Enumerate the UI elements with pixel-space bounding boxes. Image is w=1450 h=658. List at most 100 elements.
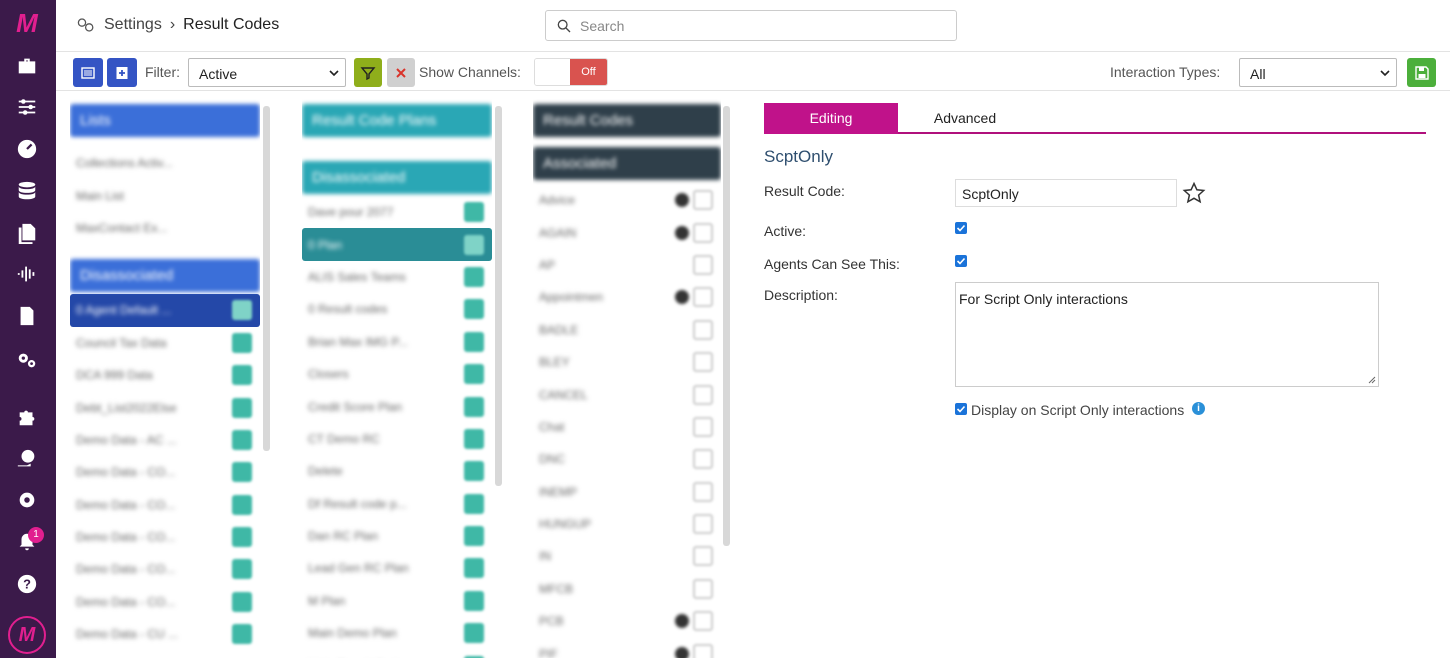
help-icon[interactable]: ?	[14, 571, 40, 597]
list-item[interactable]: Demo Data - CO...	[70, 521, 260, 553]
checkbox-icon[interactable]	[693, 449, 713, 470]
list-item[interactable]: PCB	[533, 605, 721, 637]
channel-gear-icon[interactable]	[675, 193, 689, 208]
star-icon[interactable]	[1182, 181, 1206, 205]
list-item[interactable]: Collections Activ...	[70, 147, 260, 179]
edit-icon[interactable]	[232, 527, 252, 548]
channel-gear-icon[interactable]	[675, 646, 689, 658]
globe-hand-icon[interactable]	[14, 446, 40, 472]
edit-icon[interactable]	[464, 526, 484, 547]
checkbox-icon[interactable]	[693, 578, 713, 599]
checkbox-icon[interactable]	[693, 287, 713, 308]
sliders-icon[interactable]	[14, 94, 40, 120]
list-item[interactable]: MFCB	[533, 573, 721, 605]
checkbox-icon[interactable]	[693, 384, 713, 405]
list-item[interactable]: BLEY	[533, 346, 721, 378]
list-item[interactable]: CANCEL	[533, 378, 721, 410]
edit-icon[interactable]	[464, 364, 484, 385]
checkbox-icon[interactable]	[693, 546, 713, 567]
edit-icon[interactable]	[232, 300, 252, 321]
list-item[interactable]: CT Demo RC	[302, 423, 492, 455]
list-item[interactable]: Appointmen	[533, 281, 721, 313]
checkbox-icon[interactable]	[693, 643, 713, 658]
list-item[interactable]: Closers	[302, 358, 492, 390]
list-item[interactable]: Lead Gen RC Plan	[302, 552, 492, 584]
list-item[interactable]: DCA 999 Data	[70, 359, 260, 391]
puzzle-icon[interactable]	[14, 404, 40, 430]
dashboard-icon[interactable]	[14, 136, 40, 162]
list-item[interactable]: AP	[533, 249, 721, 281]
list-item[interactable]: HUNGUP	[533, 508, 721, 540]
edit-icon[interactable]	[464, 266, 484, 287]
toolbox-icon[interactable]	[14, 53, 40, 79]
list-item[interactable]: BADLE	[533, 314, 721, 346]
save-button[interactable]	[1407, 58, 1436, 87]
codes-scrollbar[interactable]	[723, 106, 730, 546]
edit-icon[interactable]	[232, 397, 252, 418]
list-item[interactable]: Delete	[302, 455, 492, 487]
list-item[interactable]: PIF	[533, 637, 721, 658]
display-script-only-checkbox[interactable]	[955, 403, 967, 415]
audio-wave-icon[interactable]	[14, 261, 40, 287]
resize-handle-icon[interactable]	[1368, 376, 1376, 384]
list-view-button[interactable]	[73, 58, 103, 87]
edit-icon[interactable]	[464, 623, 484, 644]
checkbox-icon[interactable]	[693, 611, 713, 632]
list-item[interactable]: Debt_List2022Else	[70, 391, 260, 423]
edit-icon[interactable]	[464, 461, 484, 482]
list-item[interactable]: Demo Data - CU ...	[70, 618, 260, 650]
channel-gear-icon[interactable]	[675, 290, 689, 305]
checkbox-icon[interactable]	[693, 190, 713, 211]
result-code-input[interactable]: ScptOnly	[955, 179, 1177, 207]
agents-can-see-checkbox[interactable]	[955, 255, 967, 267]
plans-scrollbar[interactable]	[495, 106, 502, 486]
channel-gear-icon[interactable]	[675, 614, 689, 629]
channel-gear-icon[interactable]	[675, 225, 689, 240]
list-item[interactable]: Main Demo Plan	[302, 617, 492, 649]
report-icon[interactable]	[14, 303, 40, 329]
list-item[interactable]: Demo Data - AC ...	[70, 424, 260, 456]
edit-icon[interactable]	[464, 331, 484, 352]
edit-icon[interactable]	[464, 202, 484, 223]
edit-icon[interactable]	[464, 558, 484, 579]
list-item[interactable]: 0 Plan	[302, 228, 492, 261]
edit-icon[interactable]	[232, 462, 252, 483]
list-item[interactable]: Council Tax Data	[70, 327, 260, 359]
checkbox-icon[interactable]	[693, 222, 713, 243]
user-avatar-logo[interactable]: M	[8, 616, 46, 654]
description-textarea[interactable]: For Script Only interactions	[955, 282, 1379, 387]
list-item[interactable]: Main Result Codes	[302, 649, 492, 658]
app-logo[interactable]: M	[10, 10, 44, 36]
edit-icon[interactable]	[232, 559, 252, 580]
lists-scrollbar[interactable]	[263, 106, 270, 451]
edit-icon[interactable]	[464, 299, 484, 320]
edit-icon[interactable]	[464, 428, 484, 449]
documents-icon[interactable]	[14, 220, 40, 246]
checkbox-icon[interactable]	[693, 481, 713, 502]
database-icon[interactable]	[14, 178, 40, 204]
list-item[interactable]: 0 Result codes	[302, 293, 492, 325]
list-item[interactable]: Main List	[70, 179, 260, 211]
edit-icon[interactable]	[232, 429, 252, 450]
list-item[interactable]: MaxContact Ex...	[70, 212, 260, 244]
edit-icon[interactable]	[232, 624, 252, 645]
active-checkbox[interactable]	[955, 222, 967, 234]
filter-select[interactable]: Active	[188, 58, 346, 87]
list-item[interactable]: Credit Score Plan	[302, 390, 492, 422]
checkbox-icon[interactable]	[693, 416, 713, 437]
show-channels-toggle[interactable]: Off	[534, 58, 608, 86]
clear-filter-button[interactable]	[387, 58, 415, 87]
checkbox-icon[interactable]	[693, 319, 713, 340]
info-icon[interactable]: i	[1192, 402, 1205, 415]
tab-advanced[interactable]: Advanced	[898, 103, 1032, 134]
checkbox-icon[interactable]	[693, 514, 713, 535]
list-item[interactable]: INEMP	[533, 476, 721, 508]
breadcrumb-parent[interactable]: Settings	[104, 16, 162, 34]
list-item[interactable]: M Plan	[302, 585, 492, 617]
list-item[interactable]: Demo Data - CO...	[70, 553, 260, 585]
apply-filter-button[interactable]	[354, 58, 382, 87]
checkbox-icon[interactable]	[693, 254, 713, 275]
list-item[interactable]: ALIS Sales Teams	[302, 261, 492, 293]
list-item[interactable]: Advice	[533, 184, 721, 216]
gear-icon[interactable]	[14, 487, 40, 513]
